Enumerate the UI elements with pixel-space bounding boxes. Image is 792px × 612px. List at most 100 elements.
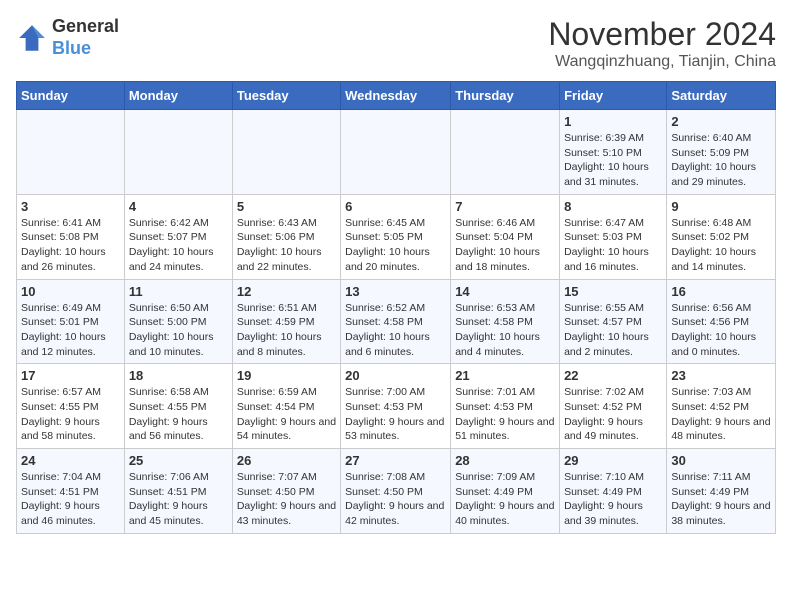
calendar-cell: 11Sunrise: 6:50 AMSunset: 5:00 PMDayligh…: [124, 279, 232, 364]
day-info: Sunrise: 7:04 AMSunset: 4:51 PMDaylight:…: [21, 470, 120, 529]
day-number: 14: [455, 284, 555, 299]
day-info: Sunrise: 6:49 AMSunset: 5:01 PMDaylight:…: [21, 301, 120, 360]
day-info: Sunrise: 6:59 AMSunset: 4:54 PMDaylight:…: [237, 385, 336, 444]
day-number: 4: [129, 199, 228, 214]
calendar-cell: 14 Sunrise: 6:53 AMSunset: 4:58 PMDayligh…: [451, 279, 560, 364]
day-info: Sunrise: 6:40 AMSunset: 5:09 PMDaylight:…: [671, 131, 771, 190]
weekday-header-monday: Monday: [124, 82, 232, 110]
calendar-cell: 15 Sunrise: 6:55 AMSunset: 4:57 PMDayligh…: [560, 279, 667, 364]
location-text: Wangqinzhuang, Tianjin, China: [548, 53, 776, 71]
day-number: 1: [564, 114, 662, 129]
title-block: November 2024 Wangqinzhuang, Tianjin, Ch…: [548, 16, 776, 71]
day-info: Sunrise: 6:56 AMSunset: 4:56 PMDaylight:…: [671, 301, 771, 360]
day-info: Sunrise: 6:45 AMSunset: 5:05 PMDaylight:…: [345, 216, 446, 275]
calendar-cell: 2 Sunrise: 6:40 AMSunset: 5:09 PMDaylight…: [667, 110, 776, 195]
day-number: 27: [345, 453, 446, 468]
day-number: 29: [564, 453, 662, 468]
calendar-cell: 4 Sunrise: 6:42 AMSunset: 5:07 PMDaylight…: [124, 194, 232, 279]
logo: General Blue: [16, 16, 119, 59]
day-info: Sunrise: 6:47 AMSunset: 5:03 PMDaylight:…: [564, 216, 662, 275]
day-number: 2: [671, 114, 771, 129]
day-number: 7: [455, 199, 555, 214]
calendar-cell: 20Sunrise: 7:00 AMSunset: 4:53 PMDayligh…: [341, 364, 451, 449]
calendar-body: 1 Sunrise: 6:39 AMSunset: 5:10 PMDaylight…: [17, 110, 776, 534]
day-info: Sunrise: 6:41 AMSunset: 5:08 PMDaylight:…: [21, 216, 120, 275]
day-number: 3: [21, 199, 120, 214]
logo-blue-text: Blue: [52, 38, 119, 60]
weekday-header-wednesday: Wednesday: [341, 82, 451, 110]
day-info: Sunrise: 7:11 AMSunset: 4:49 PMDaylight:…: [671, 470, 771, 529]
day-info: Sunrise: 7:00 AMSunset: 4:53 PMDaylight:…: [345, 385, 446, 444]
logo-icon: [16, 22, 48, 54]
day-info: Sunrise: 7:06 AMSunset: 4:51 PMDaylight:…: [129, 470, 228, 529]
calendar-cell: 18Sunrise: 6:58 AMSunset: 4:55 PMDayligh…: [124, 364, 232, 449]
calendar-cell: 1 Sunrise: 6:39 AMSunset: 5:10 PMDaylight…: [560, 110, 667, 195]
day-info: Sunrise: 7:07 AMSunset: 4:50 PMDaylight:…: [237, 470, 336, 529]
day-info: Sunrise: 7:02 AMSunset: 4:52 PMDaylight:…: [564, 385, 662, 444]
calendar-cell: 13Sunrise: 6:52 AMSunset: 4:58 PMDayligh…: [341, 279, 451, 364]
day-number: 16: [671, 284, 771, 299]
day-info: Sunrise: 6:42 AMSunset: 5:07 PMDaylight:…: [129, 216, 228, 275]
calendar-cell: 30 Sunrise: 7:11 AMSunset: 4:49 PMDayligh…: [667, 449, 776, 534]
logo-general-text: General: [52, 16, 119, 38]
day-info: Sunrise: 6:51 AMSunset: 4:59 PMDaylight:…: [237, 301, 336, 360]
calendar-cell: 3 Sunrise: 6:41 AMSunset: 5:08 PMDaylight…: [17, 194, 125, 279]
day-info: Sunrise: 6:46 AMSunset: 5:04 PMDaylight:…: [455, 216, 555, 275]
day-info: Sunrise: 7:01 AMSunset: 4:53 PMDaylight:…: [455, 385, 555, 444]
calendar-week-row: 3 Sunrise: 6:41 AMSunset: 5:08 PMDaylight…: [17, 194, 776, 279]
day-number: 28: [455, 453, 555, 468]
calendar-cell: 21 Sunrise: 7:01 AMSunset: 4:53 PMDayligh…: [451, 364, 560, 449]
calendar-cell: [232, 110, 340, 195]
day-number: 8: [564, 199, 662, 214]
weekday-header-saturday: Saturday: [667, 82, 776, 110]
day-number: 24: [21, 453, 120, 468]
calendar-cell: 19 Sunrise: 6:59 AMSunset: 4:54 PMDayligh…: [232, 364, 340, 449]
day-number: 13: [345, 284, 446, 299]
calendar-cell: 29Sunrise: 7:10 AMSunset: 4:49 PMDayligh…: [560, 449, 667, 534]
day-number: 22: [564, 368, 662, 383]
calendar-cell: 10 Sunrise: 6:49 AMSunset: 5:01 PMDayligh…: [17, 279, 125, 364]
day-info: Sunrise: 7:08 AMSunset: 4:50 PMDaylight:…: [345, 470, 446, 529]
calendar-cell: 5 Sunrise: 6:43 AMSunset: 5:06 PMDaylight…: [232, 194, 340, 279]
calendar-cell: 24 Sunrise: 7:04 AMSunset: 4:51 PMDayligh…: [17, 449, 125, 534]
day-number: 23: [671, 368, 771, 383]
day-info: Sunrise: 7:03 AMSunset: 4:52 PMDaylight:…: [671, 385, 771, 444]
calendar-cell: 16 Sunrise: 6:56 AMSunset: 4:56 PMDayligh…: [667, 279, 776, 364]
day-number: 10: [21, 284, 120, 299]
calendar-cell: [451, 110, 560, 195]
day-info: Sunrise: 6:53 AMSunset: 4:58 PMDaylight:…: [455, 301, 555, 360]
day-number: 30: [671, 453, 771, 468]
day-info: Sunrise: 6:57 AMSunset: 4:55 PMDaylight:…: [21, 385, 120, 444]
calendar-cell: 22 Sunrise: 7:02 AMSunset: 4:52 PMDayligh…: [560, 364, 667, 449]
calendar-cell: 27 Sunrise: 7:08 AMSunset: 4:50 PMDayligh…: [341, 449, 451, 534]
weekday-header-tuesday: Tuesday: [232, 82, 340, 110]
calendar-week-row: 24 Sunrise: 7:04 AMSunset: 4:51 PMDayligh…: [17, 449, 776, 534]
page-header: General Blue November 2024 Wangqinzhuang…: [16, 16, 776, 71]
day-number: 26: [237, 453, 336, 468]
day-info: Sunrise: 6:55 AMSunset: 4:57 PMDaylight:…: [564, 301, 662, 360]
calendar-week-row: 1 Sunrise: 6:39 AMSunset: 5:10 PMDaylight…: [17, 110, 776, 195]
day-number: 19: [237, 368, 336, 383]
day-number: 12: [237, 284, 336, 299]
calendar-cell: [124, 110, 232, 195]
day-info: Sunrise: 6:43 AMSunset: 5:06 PMDaylight:…: [237, 216, 336, 275]
day-number: 15: [564, 284, 662, 299]
calendar-cell: 25 Sunrise: 7:06 AMSunset: 4:51 PMDayligh…: [124, 449, 232, 534]
weekday-header-friday: Friday: [560, 82, 667, 110]
month-title: November 2024: [548, 16, 776, 53]
weekday-header-row: SundayMondayTuesdayWednesdayThursdayFrid…: [17, 82, 776, 110]
day-number: 25: [129, 453, 228, 468]
calendar-cell: 28 Sunrise: 7:09 AMSunset: 4:49 PMDayligh…: [451, 449, 560, 534]
day-info: Sunrise: 6:39 AMSunset: 5:10 PMDaylight:…: [564, 131, 662, 190]
weekday-header-sunday: Sunday: [17, 82, 125, 110]
calendar-week-row: 17Sunrise: 6:57 AMSunset: 4:55 PMDayligh…: [17, 364, 776, 449]
day-number: 6: [345, 199, 446, 214]
calendar-cell: [17, 110, 125, 195]
day-info: Sunrise: 6:48 AMSunset: 5:02 PMDaylight:…: [671, 216, 771, 275]
calendar-cell: 26 Sunrise: 7:07 AMSunset: 4:50 PMDayligh…: [232, 449, 340, 534]
day-number: 21: [455, 368, 555, 383]
day-number: 5: [237, 199, 336, 214]
calendar-cell: 7 Sunrise: 6:46 AMSunset: 5:04 PMDaylight…: [451, 194, 560, 279]
calendar-cell: 8 Sunrise: 6:47 AMSunset: 5:03 PMDaylight…: [560, 194, 667, 279]
day-info: Sunrise: 7:09 AMSunset: 4:49 PMDaylight:…: [455, 470, 555, 529]
